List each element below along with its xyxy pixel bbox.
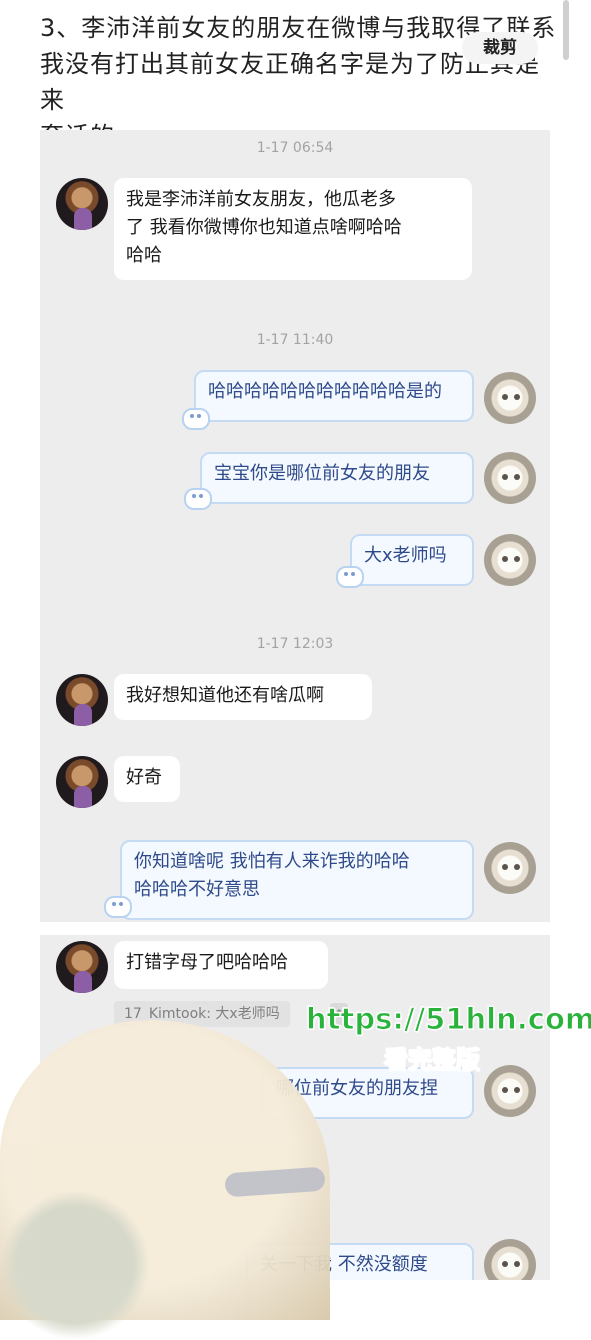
my-avatar[interactable] [484,1065,536,1117]
intro-line-2: 我没有打出其前女友正确名字是为了防止其是来 [40,50,540,114]
watermark-subtitle: 看完整版 [384,1046,481,1075]
message-text: 哈哈 [126,245,162,266]
contact-avatar[interactable] [56,178,108,230]
message-text: 打错字母了吧哈哈哈 [126,952,288,973]
message-text: 大x老师吗 [364,545,447,566]
message-text: 宝宝你是哪位前女友的朋友 [214,463,430,484]
message-text: 我是李沛洋前女友朋友，他瓜老多 [126,189,396,210]
contact-avatar[interactable] [56,756,108,808]
message-bubble-right: 哈哈哈哈哈哈哈哈哈哈哈是的 [194,370,474,422]
message-bubble-right: 大x老师吗 [350,534,474,586]
crop-button[interactable]: 裁剪 [462,32,538,64]
message-bubble-left: 我好想知道他还有啥瓜啊 [114,674,372,720]
contact-avatar[interactable] [56,674,108,726]
my-avatar[interactable] [484,452,536,504]
message-text: 我好想知道他还有啥瓜啊 [126,685,324,706]
message-bubble-left: 我是李沛洋前女友朋友，他瓜老多 了 我看你微博你也知道点啥啊哈哈 哈哈 [114,178,472,280]
watermark-url: https://51hln.com [305,1002,591,1037]
contact-avatar[interactable] [56,941,108,993]
message-bubble-left: 好奇 [114,756,180,802]
timestamp: 1-17 12:03 [256,636,334,652]
message-text: 哈哈哈哈哈哈哈哈哈哈哈是的 [208,381,442,402]
message-text: 你知道啥呢 我怕有人来诈我的哈哈 [134,851,410,872]
message-text: 哈哈哈不好意思 [134,879,260,900]
message-text: 了 我看你微博你也知道点啥啊哈哈 [126,217,402,238]
message-bubble-right: 你知道啥呢 我怕有人来诈我的哈哈 哈哈哈不好意思 [120,840,474,920]
my-avatar[interactable] [484,1239,536,1280]
bubble-sticker-icon [182,408,210,430]
message-bubble-left: 打错字母了吧哈哈哈 [114,941,328,989]
my-avatar[interactable] [484,534,536,586]
scrollbar[interactable] [563,0,569,60]
bubble-sticker-icon [184,488,212,510]
message-text: 好奇 [126,767,162,788]
bubble-sticker-icon [336,566,364,588]
timestamp: 1-17 06:54 [256,140,334,156]
my-avatar[interactable] [484,842,536,894]
my-avatar[interactable] [484,372,536,424]
chat-screenshot-1: 1-17 06:54 我是李沛洋前女友朋友，他瓜老多 了 我看你微博你也知道点啥… [40,130,550,922]
timestamp: 1-17 11:40 [256,332,334,348]
bubble-sticker-icon [104,896,132,918]
message-bubble-right: 宝宝你是哪位前女友的朋友 [200,452,474,504]
